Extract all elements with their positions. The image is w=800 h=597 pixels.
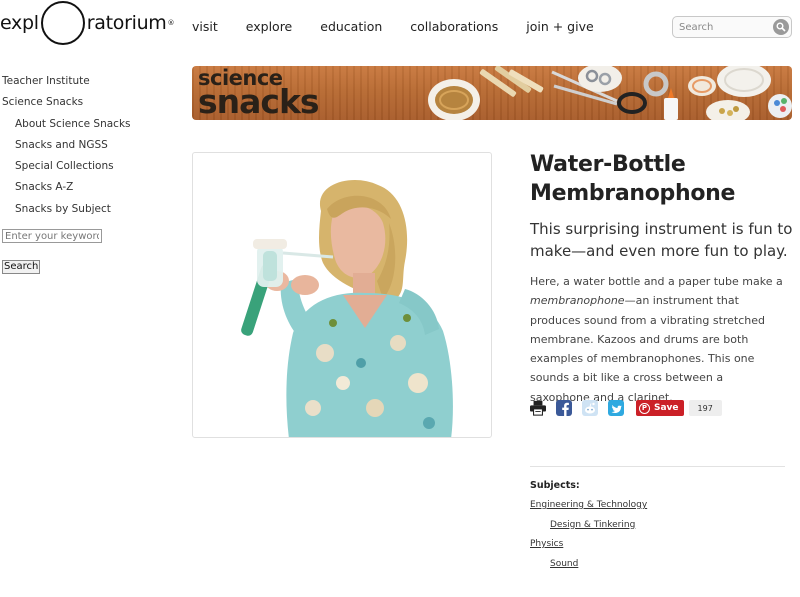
share-bar: P Save 197 — [530, 398, 722, 418]
sidebar-item-snacks-by-subject[interactable]: Snacks by Subject — [2, 199, 177, 220]
logo-text-right: ratorium — [86, 12, 167, 34]
sidebar-item-about-science-snacks[interactable]: About Science Snacks — [2, 114, 177, 135]
sidebar-item-special-collections[interactable]: Special Collections — [2, 156, 177, 177]
sidebar-item-teacher-institute[interactable]: Teacher Institute — [2, 71, 177, 92]
banner-title: science snacks — [198, 68, 320, 120]
subject-link-design-tinkering[interactable]: Design & Tinkering — [530, 516, 785, 536]
nav-visit[interactable]: visit — [192, 19, 218, 34]
description-intro: Here, a water bottle and a paper tube ma… — [530, 275, 783, 288]
sidebar: Teacher Institute Science Snacks About S… — [2, 71, 177, 275]
page-title: Water-Bottle Membranophone — [530, 152, 736, 206]
nav-education[interactable]: education — [320, 19, 382, 34]
keyword-search-input[interactable] — [2, 229, 102, 244]
main-nav: visit explore education collaborations j… — [192, 19, 622, 34]
description-body: —an instrument that produces sound from … — [530, 294, 766, 404]
print-icon[interactable] — [530, 400, 546, 416]
nav-join-give[interactable]: join + give — [526, 19, 593, 34]
subject-link-sound[interactable]: Sound — [530, 555, 785, 575]
sidebar-item-snacks-a-z[interactable]: Snacks A-Z — [2, 177, 177, 198]
site-search-input[interactable] — [679, 20, 771, 35]
pinterest-save-button[interactable]: P Save — [636, 400, 684, 416]
subjects-section: Subjects: Engineering & Technology Desig… — [530, 480, 785, 574]
logo-circle-icon — [40, 1, 85, 45]
nav-collaborations[interactable]: collaborations — [410, 19, 498, 34]
logo-registered-mark: ® — [167, 19, 175, 27]
exploratorium-logo[interactable]: expl ratorium ® — [0, 0, 175, 46]
sidebar-item-science-snacks[interactable]: Science Snacks — [2, 92, 177, 113]
pinterest-save-label: Save — [654, 403, 679, 413]
page-subtitle: This surprising instrument is fun to mak… — [530, 220, 793, 260]
pinterest-icon: P — [639, 402, 650, 414]
twitter-icon[interactable] — [608, 400, 624, 416]
site-search — [672, 16, 792, 38]
keyword-search-button[interactable]: Search — [2, 260, 41, 275]
search-icon[interactable] — [773, 19, 789, 35]
sidebar-item-snacks-and-ngss[interactable]: Snacks and NGSS — [2, 135, 177, 156]
pinterest-count: 197 — [688, 400, 722, 416]
subject-link-engineering-technology[interactable]: Engineering & Technology — [530, 496, 785, 516]
section-divider — [530, 466, 785, 467]
hero-image — [192, 152, 492, 438]
nav-explore[interactable]: explore — [246, 19, 292, 34]
subjects-heading: Subjects: — [530, 480, 580, 491]
reddit-icon[interactable] — [582, 400, 598, 416]
description-emphasis: membranophone — [530, 294, 625, 308]
facebook-icon[interactable] — [556, 400, 572, 416]
science-snacks-banner: science snacks — [192, 66, 792, 120]
woman-playing-membranophone-illustration — [241, 180, 453, 437]
subject-link-physics[interactable]: Physics — [530, 535, 785, 555]
article-description: Here, a water bottle and a paper tube ma… — [530, 272, 785, 407]
banner-title-line2: snacks — [198, 82, 320, 120]
logo-text-left: expl — [0, 12, 39, 34]
